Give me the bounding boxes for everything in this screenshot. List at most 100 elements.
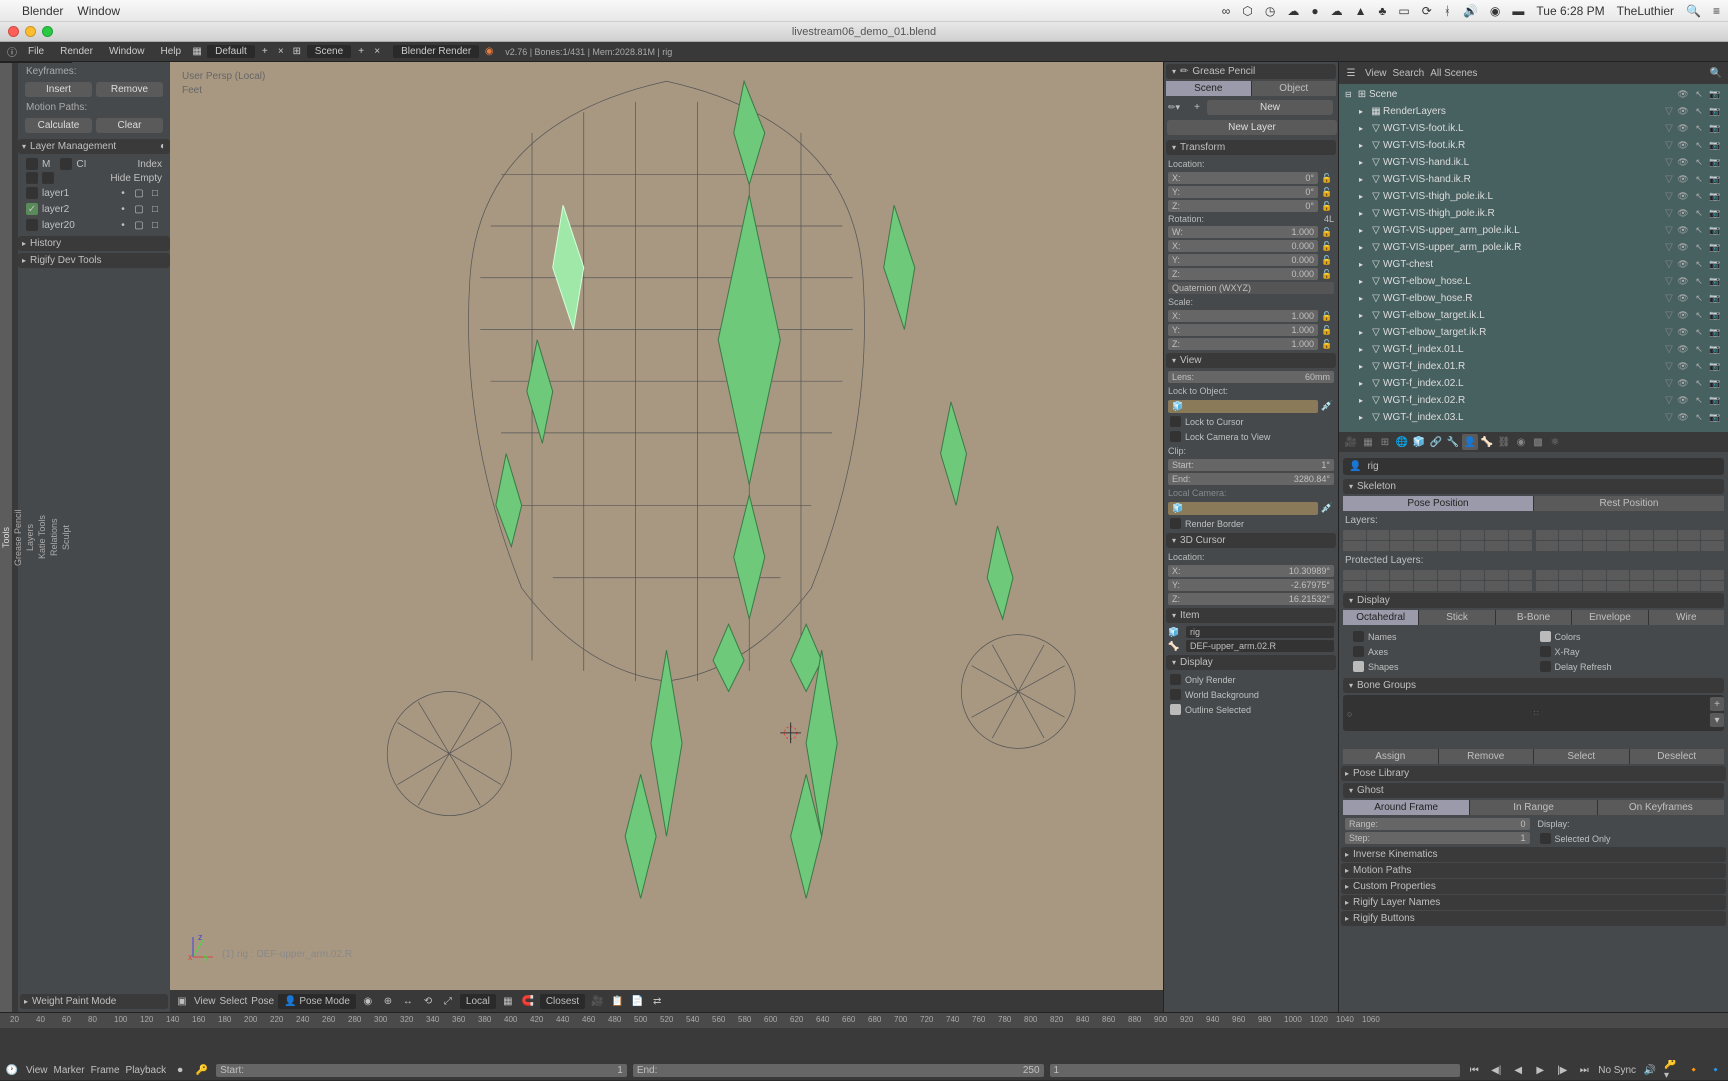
step-field[interactable]: Step:1 [1345,832,1530,844]
camera-icon[interactable]: 📷 [1708,191,1722,202]
view-header[interactable]: View [1166,353,1336,368]
layer-cell[interactable] [1461,541,1484,551]
camera-icon[interactable]: 📷 [1708,208,1722,219]
layer-cell[interactable] [1461,570,1484,580]
bone-groups-list[interactable]: ○ ∷ [1343,695,1724,731]
camera-icon[interactable]: 📷 [1708,242,1722,253]
object-tab-icon[interactable]: 🧊 [1411,434,1427,450]
render-engine-dropdown[interactable]: Blender Render [393,45,479,58]
flag-icon[interactable]: ▬ [1512,4,1524,18]
layer-cell[interactable] [1678,570,1701,580]
colors-checkbox[interactable] [1540,631,1551,642]
layer-cell[interactable] [1607,581,1630,591]
bone-tab-icon[interactable]: 🦴 [1479,434,1495,450]
pose-library-header[interactable]: Pose Library [1341,766,1726,781]
render-layers-tab-icon[interactable]: ▦ [1360,434,1376,450]
layer-cell[interactable] [1654,570,1677,580]
armature-tab-icon[interactable]: 👤 [1462,434,1478,450]
gp-add-icon[interactable]: + [1190,101,1204,115]
layer-icon[interactable]: □ [148,218,162,232]
menubar-icon[interactable]: ⬡ [1242,4,1252,18]
paste-pose-icon[interactable]: 📄 [629,993,645,1009]
menu-icon[interactable]: ≡ [1713,4,1720,18]
eye-icon[interactable]: 👁 [1676,191,1690,202]
outliner-item[interactable]: ▸▽WGT-VIS-hand.ik.R▽👁↖📷 [1341,171,1726,188]
cursor-x-field[interactable]: X:10.30989° [1168,565,1334,577]
layer-cell[interactable] [1343,541,1366,551]
rot-mode-dropdown[interactable]: Quaternion (WXYZ) [1168,282,1334,294]
ghost-type-button[interactable]: Around Frame [1343,800,1470,815]
eyedropper-icon[interactable]: 💉 [1320,501,1334,515]
xray-checkbox[interactable] [1540,646,1551,657]
render-preview-icon[interactable]: 🎥 [589,993,605,1009]
eye-icon[interactable]: 👁 [1676,276,1690,287]
gp-new-layer-button[interactable]: New Layer [1167,120,1337,135]
key-delete-icon[interactable]: 🔹 [1708,1062,1724,1078]
layer-cell[interactable] [1630,541,1653,551]
render-border-checkbox[interactable] [1170,518,1181,529]
select-button[interactable]: Select [1534,749,1630,764]
eye-icon[interactable]: 👁 [1676,310,1690,321]
rot-x-field[interactable]: X:0.000 [1168,240,1318,252]
camera-icon[interactable]: 📷 [1708,106,1722,117]
delete-scene-icon[interactable]: × [369,44,385,60]
local-camera-field[interactable]: 🧊 [1168,502,1318,515]
scale-y-field[interactable]: Y:1.000 [1168,324,1318,336]
select-menu[interactable]: Select [220,996,248,1007]
layer-cell[interactable] [1461,581,1484,591]
pose-menu[interactable]: Pose [251,996,274,1007]
camera-icon[interactable]: 📷 [1708,378,1722,389]
assign-button[interactable]: Assign [1343,749,1439,764]
layer-cell[interactable] [1583,530,1606,540]
eye-icon[interactable]: 👁 [1676,106,1690,117]
tool-tab-relations[interactable]: Relations [48,62,60,1012]
physics-tab-icon[interactable]: ⚛ [1547,434,1563,450]
layer-cell[interactable] [1390,570,1413,580]
layer-icon[interactable]: • [116,218,130,232]
pose-position-button[interactable]: Pose Position [1343,496,1534,511]
layer-cell[interactable] [1654,541,1677,551]
item-bone-field[interactable]: DEF-upper_arm.02.R [1186,640,1334,652]
camera-icon[interactable]: 📷 [1708,174,1722,185]
eye-icon[interactable]: 👁 [1676,157,1690,168]
layer-cell[interactable] [1485,530,1508,540]
outliner-item[interactable]: ▸▽WGT-VIS-foot.ik.L▽👁↖📷 [1341,120,1726,137]
rest-position-button[interactable]: Rest Position [1534,496,1724,511]
layer-cell[interactable] [1536,530,1559,540]
layer-cell[interactable] [1461,530,1484,540]
clip-end-field[interactable]: End:3280.84° [1168,473,1334,485]
layer-cell[interactable] [1438,530,1461,540]
search-menu[interactable]: Search [1393,68,1425,79]
eye-icon[interactable]: 👁 [1676,412,1690,423]
clock[interactable]: Tue 6:28 PM [1536,4,1604,18]
display-header[interactable]: Display [1343,593,1724,608]
layer-cell[interactable] [1485,570,1508,580]
eye-icon[interactable]: 👁 [1676,89,1690,100]
play-reverse-icon[interactable]: ◀ [1510,1062,1526,1078]
layer-icon[interactable]: □ [148,186,162,200]
copy-pose-icon[interactable]: 📋 [609,993,625,1009]
menubar-icon[interactable]: ☁ [1287,4,1299,18]
tool-tab-katie-tools[interactable]: Katie Tools [36,62,48,1012]
ghost-type-button[interactable]: On Keyframes [1598,800,1724,815]
viewport-shading-icon[interactable]: ◉ [360,993,376,1009]
eye-icon[interactable]: 👁 [1676,123,1690,134]
bone-groups-header[interactable]: Bone Groups [1343,678,1724,693]
layer-cell[interactable] [1630,570,1653,580]
editor-type-icon[interactable]: ☰ [1343,65,1359,81]
outliner-item[interactable]: ▸▽WGT-f_index.01.R▽👁↖📷 [1341,358,1726,375]
layer-cell[interactable] [1390,530,1413,540]
camera-icon[interactable]: 📷 [1708,395,1722,406]
world-bg-checkbox[interactable] [1170,689,1181,700]
current-frame-field[interactable]: 1 [1050,1064,1461,1077]
scale-x-field[interactable]: X:1.000 [1168,310,1318,322]
camera-icon[interactable]: 📷 [1708,276,1722,287]
layer-cell[interactable] [1678,581,1701,591]
layer-cell[interactable] [1438,570,1461,580]
outliner-item[interactable]: ▸▽WGT-f_index.03.L▽👁↖📷 [1341,409,1726,426]
specials-icon[interactable]: ▾ [1710,713,1724,727]
layer-cell[interactable] [1701,541,1724,551]
layer-icon[interactable]: • [116,186,130,200]
auto-key-icon[interactable]: ⏺ [172,1062,188,1078]
outliner-item[interactable]: ⊟⊞Scene👁↖📷 [1341,86,1726,103]
